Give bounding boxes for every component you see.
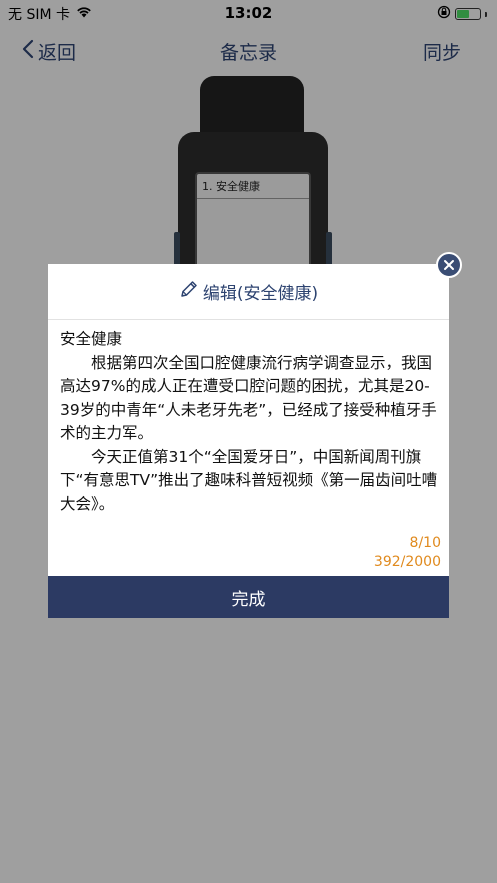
memo-paragraph-1: 根据第四次全国口腔健康流行病学调查显示，我国高达97%的成人正在遭受口腔问题的困… <box>60 353 437 443</box>
close-icon <box>443 256 455 275</box>
dialog-title: 编辑(安全健康) <box>202 284 319 304</box>
char-count: 392/2000 <box>373 554 441 570</box>
dialog-header: 编辑(安全健康) <box>48 264 449 320</box>
memo-text-area[interactable]: 安全健康 根据第四次全国口腔健康流行病学调查显示，我国高达97%的成人正在遭受口… <box>60 328 440 516</box>
item-count: 8/10 <box>409 535 441 551</box>
memo-title: 安全健康 <box>60 330 123 348</box>
edit-dialog: 编辑(安全健康) 安全健康 根据第四次全国口腔健康流行病学调查显示，我国高达97… <box>48 264 449 618</box>
memo-paragraph-2: 今天正值第31个“全国爱牙日”，中国新闻周刊旗下“有意思TV”推出了趣味科普短视… <box>60 447 438 513</box>
counts: 8/10 392/2000 <box>374 534 441 572</box>
close-button[interactable] <box>436 252 462 278</box>
done-button[interactable]: 完成 <box>48 576 449 618</box>
pencil-icon <box>179 279 199 304</box>
